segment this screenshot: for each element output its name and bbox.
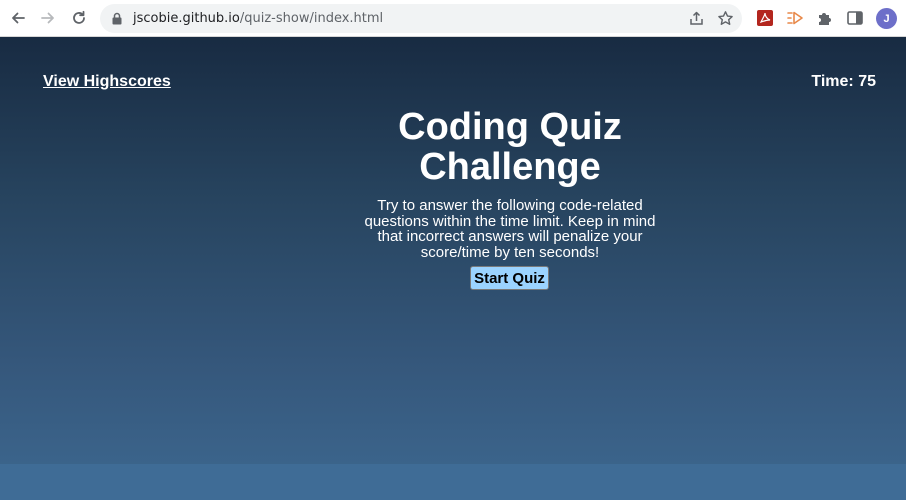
timer-display: Time: 75 <box>811 73 876 90</box>
reload-icon[interactable] <box>68 7 90 29</box>
media-extension-icon[interactable] <box>786 9 804 27</box>
pdf-extension-icon[interactable] <box>756 9 774 27</box>
side-panel-icon[interactable] <box>846 9 864 27</box>
quiz-page: View Highscores Time: 75 Coding Quiz Cha… <box>0 37 906 500</box>
url-host: jscobie.github.io <box>133 11 240 26</box>
bookmark-star-icon[interactable] <box>717 10 734 27</box>
back-icon[interactable] <box>7 7 29 29</box>
share-icon[interactable] <box>688 10 705 27</box>
start-quiz-button[interactable]: Start Quiz <box>470 266 549 290</box>
url-text[interactable]: jscobie.github.io/quiz-show/index.html <box>133 11 383 26</box>
quiz-instructions: Try to answer the following code-related… <box>364 197 656 261</box>
extensions-puzzle-icon[interactable] <box>816 9 834 27</box>
browser-toolbar: jscobie.github.io/quiz-show/index.html J <box>0 0 906 37</box>
address-bar[interactable]: jscobie.github.io/quiz-show/index.html <box>100 4 742 33</box>
avatar[interactable]: J <box>876 8 897 29</box>
page-title: Coding Quiz Challenge <box>398 106 622 188</box>
url-path: /quiz-show/index.html <box>239 11 384 26</box>
lock-icon[interactable] <box>111 12 123 25</box>
page-footer-band <box>0 464 906 500</box>
view-highscores-link[interactable]: View Highscores <box>43 73 171 91</box>
forward-icon[interactable] <box>37 7 59 29</box>
